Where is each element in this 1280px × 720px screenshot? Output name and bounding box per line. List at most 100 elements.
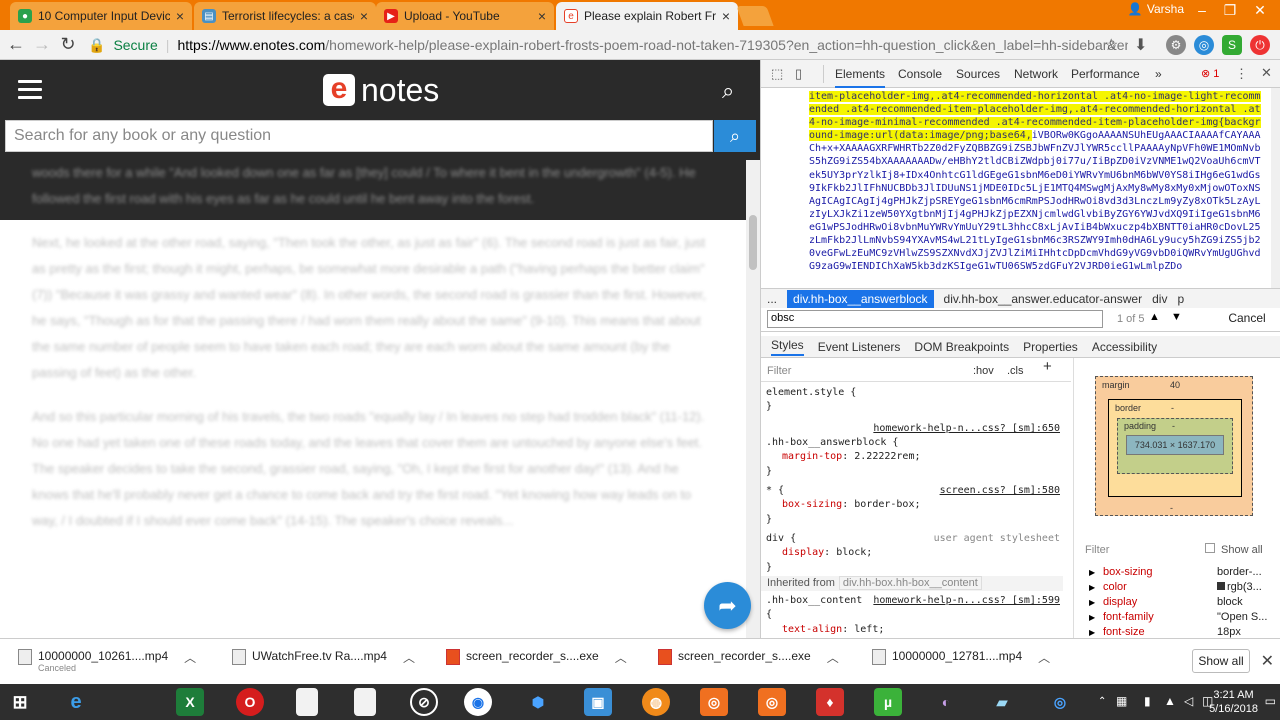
subtab-properties[interactable]: Properties: [1023, 340, 1078, 354]
find-cancel-button[interactable]: Cancel: [1221, 311, 1273, 329]
tab-console[interactable]: Console: [898, 60, 942, 88]
computed-property-row[interactable]: ▶ color rgb(3...: [1089, 581, 1275, 596]
extension-icon[interactable]: S: [1222, 35, 1242, 55]
tab-elements[interactable]: Elements: [835, 60, 886, 88]
computed-property-row[interactable]: ▶ font-family "Open S...: [1089, 611, 1275, 626]
breadcrumb-item[interactable]: p: [1177, 292, 1184, 306]
inherited-element-link[interactable]: div.hh-box.hh-box__content: [838, 576, 982, 590]
new-tab-button[interactable]: [736, 6, 774, 26]
tab-sources[interactable]: Sources: [956, 60, 1000, 88]
css-rule[interactable]: homework-help-n...css? [sm]:650 .hh-box_…: [766, 422, 1066, 479]
forward-icon[interactable]: →: [30, 34, 54, 55]
download-icon[interactable]: ⬇: [1134, 35, 1147, 55]
tab-input-devices[interactable]: ● 10 Computer Input Devic ×: [10, 2, 192, 30]
hamburger-menu-icon[interactable]: [18, 80, 42, 100]
breadcrumb-more[interactable]: ...: [767, 292, 777, 306]
enotes-logo[interactable]: e notes: [323, 74, 439, 106]
subtab-styles[interactable]: Styles: [771, 338, 804, 356]
screen-recorder-icon[interactable]: ◎: [758, 688, 786, 716]
app-icon[interactable]: ◎: [1046, 688, 1074, 716]
element-style-rule[interactable]: element.style { }: [766, 386, 1066, 415]
breadcrumb-item[interactable]: div: [1152, 292, 1167, 306]
tab-performance[interactable]: Performance: [1071, 60, 1140, 88]
computed-property-row[interactable]: ▶ display block: [1089, 596, 1275, 611]
chevron-up-icon[interactable]: ︿: [184, 649, 196, 666]
chevron-up-icon[interactable]: ︿: [615, 649, 627, 666]
reload-icon[interactable]: ↻: [56, 34, 80, 55]
network-icon[interactable]: ▲: [1164, 694, 1176, 708]
extension-icon[interactable]: ⏻: [1250, 35, 1270, 55]
chevron-up-icon[interactable]: ︿: [827, 649, 839, 666]
css-value[interactable]: block;: [836, 547, 872, 558]
notifications-icon[interactable]: ▭: [1265, 694, 1276, 708]
close-window-button[interactable]: ✕: [1246, 2, 1274, 19]
close-icon[interactable]: ×: [360, 8, 368, 24]
css-value[interactable]: 2.22222rem;: [854, 451, 920, 462]
close-icon[interactable]: ×: [538, 8, 546, 24]
error-counter[interactable]: ⊗ 1: [1201, 67, 1219, 80]
show-all-downloads-button[interactable]: Show all: [1192, 649, 1250, 673]
address-bar[interactable]: 🔒 Secure | https://www.enotes.com /homew…: [88, 33, 1128, 57]
file-icon[interactable]: [296, 688, 318, 716]
app-icon[interactable]: ▣: [584, 688, 612, 716]
tab-enotes-active[interactable]: e Please explain Robert Fro ×: [556, 2, 738, 30]
tab-network[interactable]: Network: [1014, 60, 1058, 88]
tray-app-icon[interactable]: ▦: [1116, 694, 1127, 708]
color-swatch[interactable]: [1217, 582, 1225, 590]
download-item[interactable]: UWatchFree.tv Ra....mp4 ︿: [232, 649, 415, 666]
chevron-up-icon[interactable]: ︿: [403, 649, 415, 666]
search-icon[interactable]: ⌕: [722, 78, 734, 104]
hover-state-toggle[interactable]: :hov: [973, 364, 994, 378]
find-previous-icon[interactable]: ▲: [1149, 311, 1160, 323]
app-icon[interactable]: ▰: [988, 688, 1016, 716]
dom-scrollbar[interactable]: [1271, 88, 1280, 288]
share-button[interactable]: ➦: [704, 582, 751, 629]
css-value[interactable]: border-box;: [854, 499, 920, 510]
file-icon[interactable]: [354, 688, 376, 716]
tab-youtube-upload[interactable]: ▶ Upload - YouTube ×: [376, 2, 554, 30]
close-devtools-icon[interactable]: ✕: [1261, 65, 1272, 81]
virtualbox-icon[interactable]: ⬢: [524, 688, 552, 716]
subtab-dom-breakpoints[interactable]: DOM Breakpoints: [914, 340, 1009, 354]
firefox-icon[interactable]: ◍: [642, 688, 670, 716]
subtab-accessibility[interactable]: Accessibility: [1092, 340, 1157, 354]
app-icon[interactable]: ⊘: [410, 688, 438, 716]
download-item[interactable]: screen_recorder_s....exe ︿: [446, 649, 627, 666]
computed-filter-input[interactable]: Filter: [1085, 544, 1109, 556]
download-item[interactable]: screen_recorder_s....exe ︿: [658, 649, 839, 666]
css-value[interactable]: left;: [854, 624, 884, 635]
border-value[interactable]: -: [1171, 403, 1174, 413]
dom-source-view[interactable]: item-placeholder-img,.at4-recommended-ho…: [761, 88, 1271, 288]
download-item[interactable]: 10000000_10261....mp4 Canceled ︿: [18, 649, 196, 673]
system-clock[interactable]: 3:21 AM 5/16/2018: [1209, 688, 1258, 716]
css-property[interactable]: text-align: [782, 624, 842, 635]
add-rule-icon[interactable]: +: [1043, 359, 1052, 374]
rule-source-link[interactable]: homework-help-n...css? [sm]:650: [873, 422, 1060, 436]
search-input[interactable]: Search for any book or any question: [5, 120, 713, 152]
kebab-menu-icon[interactable]: ⋮: [1235, 66, 1248, 82]
css-rule[interactable]: screen.css? [sm]:580 * { box-sizing: bor…: [766, 484, 1066, 527]
bookmark-star-icon[interactable]: ☆: [1104, 35, 1118, 55]
edge-icon[interactable]: e: [62, 688, 90, 716]
opera-icon[interactable]: O: [236, 688, 264, 716]
search-button[interactable]: ⌕: [714, 120, 756, 152]
inspect-element-icon[interactable]: ⬚: [771, 66, 783, 82]
screen-recorder-icon[interactable]: ◎: [700, 688, 728, 716]
more-tabs-button[interactable]: »: [1155, 60, 1162, 88]
styles-filter-input[interactable]: Filter: [767, 364, 791, 378]
find-next-icon[interactable]: ▼: [1171, 311, 1182, 323]
css-rule[interactable]: user agent stylesheet div { display: blo…: [766, 532, 1066, 575]
subtab-event-listeners[interactable]: Event Listeners: [818, 340, 901, 354]
maximize-button[interactable]: ❐: [1216, 2, 1244, 19]
close-icon[interactable]: ×: [722, 8, 730, 24]
app-icon[interactable]: ♦: [816, 688, 844, 716]
chevron-up-icon[interactable]: ︿: [1038, 649, 1050, 666]
download-item[interactable]: 10000000_12781....mp4 ︿: [872, 649, 1050, 666]
breadcrumb-item-selected[interactable]: div.hh-box__answerblock: [787, 289, 934, 308]
chrome-icon[interactable]: ◉: [464, 688, 492, 716]
breadcrumb-item[interactable]: div.hh-box__answer.educator-answer: [944, 292, 1143, 306]
rule-source-link[interactable]: homework-help-n...css? [sm]:599: [873, 594, 1060, 608]
extension-icon[interactable]: ⚙: [1166, 35, 1186, 55]
css-property[interactable]: display: [782, 547, 824, 558]
show-all-checkbox[interactable]: [1205, 543, 1215, 553]
